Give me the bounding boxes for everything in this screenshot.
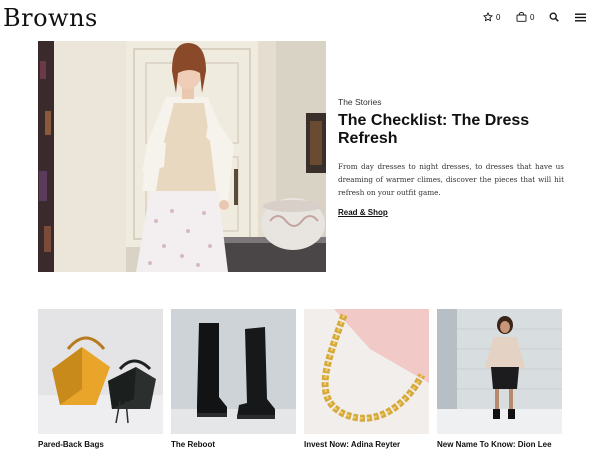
story-body: From day dresses to night dresses, to dr…	[338, 162, 564, 197]
tile-caption[interactable]: The Reboot	[171, 440, 296, 450]
tile-image-model[interactable]	[437, 309, 562, 434]
tile-image-bags[interactable]	[38, 309, 163, 434]
bag-button[interactable]: 0	[516, 10, 534, 24]
tile-caption[interactable]: Pared-Back Bags	[38, 440, 163, 450]
site-logo[interactable]: Browns	[3, 3, 98, 33]
hero-story: The Stories The Checklist: The Dress Ref…	[338, 97, 564, 220]
story-tile[interactable]: New Name To Know: Dion Lee	[437, 309, 562, 450]
tile-caption[interactable]: New Name To Know: Dion Lee	[437, 440, 562, 450]
story-tile[interactable]: Pared-Back Bags	[38, 309, 163, 450]
search-button[interactable]	[549, 10, 559, 24]
star-icon	[483, 12, 493, 22]
bag-count: 0	[530, 12, 535, 22]
wishlist-button[interactable]: 0	[483, 10, 500, 24]
tile-image-boots[interactable]	[171, 309, 296, 434]
search-icon	[549, 12, 559, 22]
tile-image-chain[interactable]	[304, 309, 429, 434]
menu-icon	[575, 13, 586, 22]
hero-image[interactable]	[38, 41, 326, 272]
read-and-shop-link[interactable]: Read & Shop	[338, 208, 388, 217]
bag-icon	[516, 12, 527, 22]
wishlist-count: 0	[496, 12, 501, 22]
menu-button[interactable]	[575, 10, 586, 24]
story-tile[interactable]: Invest Now: Adina Reyter	[304, 309, 429, 450]
tile-caption[interactable]: Invest Now: Adina Reyter	[304, 440, 429, 450]
story-eyebrow: The Stories	[338, 97, 382, 107]
story-tile[interactable]: The Reboot	[171, 309, 296, 450]
site-header: Browns 0 0	[0, 0, 600, 36]
story-headline[interactable]: The Checklist: The Dress Refresh	[338, 112, 564, 148]
